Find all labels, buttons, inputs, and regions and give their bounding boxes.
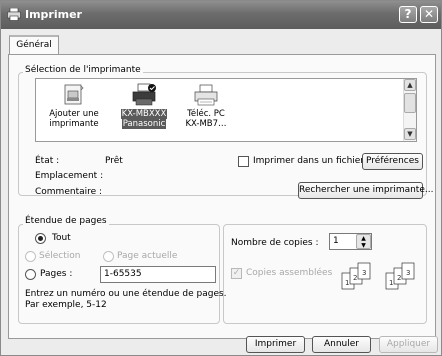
help-button[interactable]: ? (399, 6, 417, 23)
window-title: Imprimer (25, 8, 82, 21)
comment-label: Commentaire : (35, 187, 103, 197)
preferences-button[interactable]: Préférences (362, 153, 423, 170)
svg-text:1: 1 (389, 279, 393, 287)
tab-general[interactable]: Général (9, 35, 59, 55)
close-button[interactable]: ✕ (420, 6, 438, 23)
apply-button-label: Appliquer (386, 339, 431, 349)
pages-input[interactable]: 1-65535 (100, 266, 216, 283)
pages-radio[interactable] (25, 269, 36, 280)
printer-selection-legend: Sélection de l'imprimante (23, 65, 143, 75)
preferences-button-label: Préférences (366, 156, 419, 166)
page-range-hint-line2: Par exemple, 5-12 (25, 300, 107, 310)
printer-item-kx-mbxxx-line1: KX-MBXXX (120, 109, 168, 119)
title-bar[interactable]: Imprimer ? ✕ (1, 1, 441, 29)
state-value: Prêt (105, 156, 123, 166)
selection-radio[interactable] (25, 251, 36, 262)
scroll-thumb[interactable] (404, 93, 416, 113)
svg-text:2: 2 (397, 274, 401, 282)
printer-item-add[interactable]: Ajouter une imprimante (44, 79, 104, 129)
printer-item-fax-line2: KX-MB7… (185, 119, 227, 129)
svg-text:2: 2 (353, 274, 357, 282)
cancel-button-label: Annuler (323, 339, 359, 349)
add-printer-icon (61, 83, 87, 107)
printer-item-fax-line1: Téléc. PC (187, 109, 225, 119)
printer-list[interactable]: Ajouter une imprimante KX-MBXXX Panasoni… (35, 78, 417, 142)
all-pages-radio[interactable] (35, 233, 46, 244)
find-printer-button[interactable]: Rechercher une imprimante... (298, 182, 433, 199)
close-icon: ✕ (423, 7, 435, 21)
copies-label: Nombre de copies : (231, 238, 319, 248)
all-pages-label: Tout (52, 233, 71, 243)
svg-text:1: 1 (345, 279, 349, 287)
svg-text:3: 3 (406, 269, 410, 277)
printer-item-add-line1: Ajouter une (49, 109, 99, 119)
cancel-button[interactable]: Annuler (312, 336, 371, 353)
printer-default-icon (131, 83, 157, 107)
printer-item-add-line2: imprimante (49, 119, 99, 129)
collate-label: Copies assemblées (246, 268, 333, 278)
pages-label: Pages : (40, 269, 73, 279)
fax-printer-icon (193, 83, 219, 107)
copies-input-value: 1 (333, 236, 339, 246)
selection-label: Sélection (39, 251, 81, 261)
find-printer-button-label: Rechercher une imprimante... (299, 185, 434, 195)
printer-icon (7, 7, 21, 24)
printer-item-fax[interactable]: Téléc. PC KX-MB7… (176, 79, 236, 129)
help-icon: ? (404, 7, 412, 21)
current-page-radio[interactable] (103, 251, 114, 262)
printer-item-kx-mbxxx[interactable]: KX-MBXXX Panasonic (114, 79, 174, 129)
collate-icon: 1 2 3 1 2 3 (340, 261, 424, 296)
printer-item-kx-mbxxx-line2: Panasonic (121, 119, 167, 129)
print-button[interactable]: Imprimer (246, 336, 305, 353)
scroll-up-button[interactable]: ▲ (404, 79, 416, 91)
scroll-down-button[interactable]: ▼ (404, 128, 416, 140)
tab-general-label: Général (16, 40, 52, 50)
print-to-file-label: Imprimer dans un fichier (253, 156, 365, 166)
apply-button[interactable]: Appliquer (379, 336, 438, 353)
svg-text:3: 3 (362, 269, 366, 277)
print-to-file-checkbox[interactable] (238, 156, 249, 167)
print-dialog: Imprimer ? ✕ Général Sélection de l'impr… (0, 0, 442, 356)
copies-spinner[interactable]: ▲ ▼ (356, 234, 371, 249)
pages-input-value: 1-65535 (104, 269, 142, 279)
state-label: État : (35, 156, 60, 166)
location-label: Emplacement : (35, 171, 104, 181)
printer-list-scrollbar[interactable]: ▲ ▼ (403, 79, 416, 141)
current-page-label: Page actuelle (117, 251, 178, 261)
page-range-hint-line1: Entrez un numéro ou une étendue de pages… (25, 289, 227, 299)
print-button-label: Imprimer (254, 339, 297, 349)
page-range-legend: Étendue de pages (23, 216, 109, 226)
collate-checkbox[interactable]: ✓ (231, 268, 242, 279)
